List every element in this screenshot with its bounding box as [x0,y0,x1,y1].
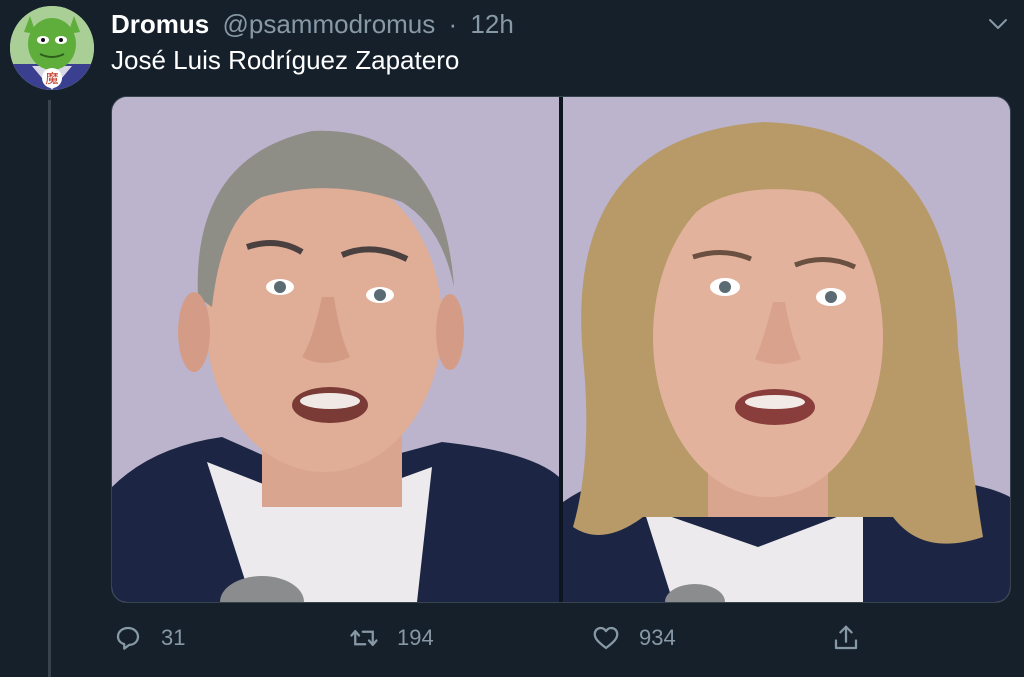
avatar-image: 魔 [10,6,94,90]
like-count: 934 [639,625,676,650]
user-handle[interactable]: @psammodromus [222,9,435,39]
share-button[interactable] [831,618,861,658]
separator-dot: · [448,9,458,39]
retweet-icon [350,630,378,646]
avatar-glyph: 魔 [45,72,58,87]
heart-icon [593,626,619,650]
reply-icon [116,626,140,650]
like-button[interactable]: 934 [591,618,676,658]
timestamp[interactable]: 12h [470,9,513,39]
reply-count: 31 [161,625,186,650]
retweet-count: 194 [397,625,434,650]
share-icon [834,625,858,650]
action-bar: 31 194 934 [111,618,1011,658]
tweet-header: Dromus @psammodromus · 12h [111,8,514,40]
tweet[interactable]: 魔 Dromus @psammodromus · 12h José Luis R… [0,0,1024,677]
chevron-down-icon[interactable] [986,12,1010,36]
display-name[interactable]: Dromus [111,9,209,39]
retweet-button[interactable]: 194 [349,618,434,658]
reply-button[interactable]: 31 [113,618,185,658]
tweet-text: José Luis Rodríguez Zapatero [111,45,460,75]
media-grid [111,96,1011,603]
thread-line [48,100,51,677]
avatar[interactable]: 魔 [10,6,94,90]
photo-right[interactable] [563,97,1010,602]
photo-left[interactable] [112,97,559,602]
